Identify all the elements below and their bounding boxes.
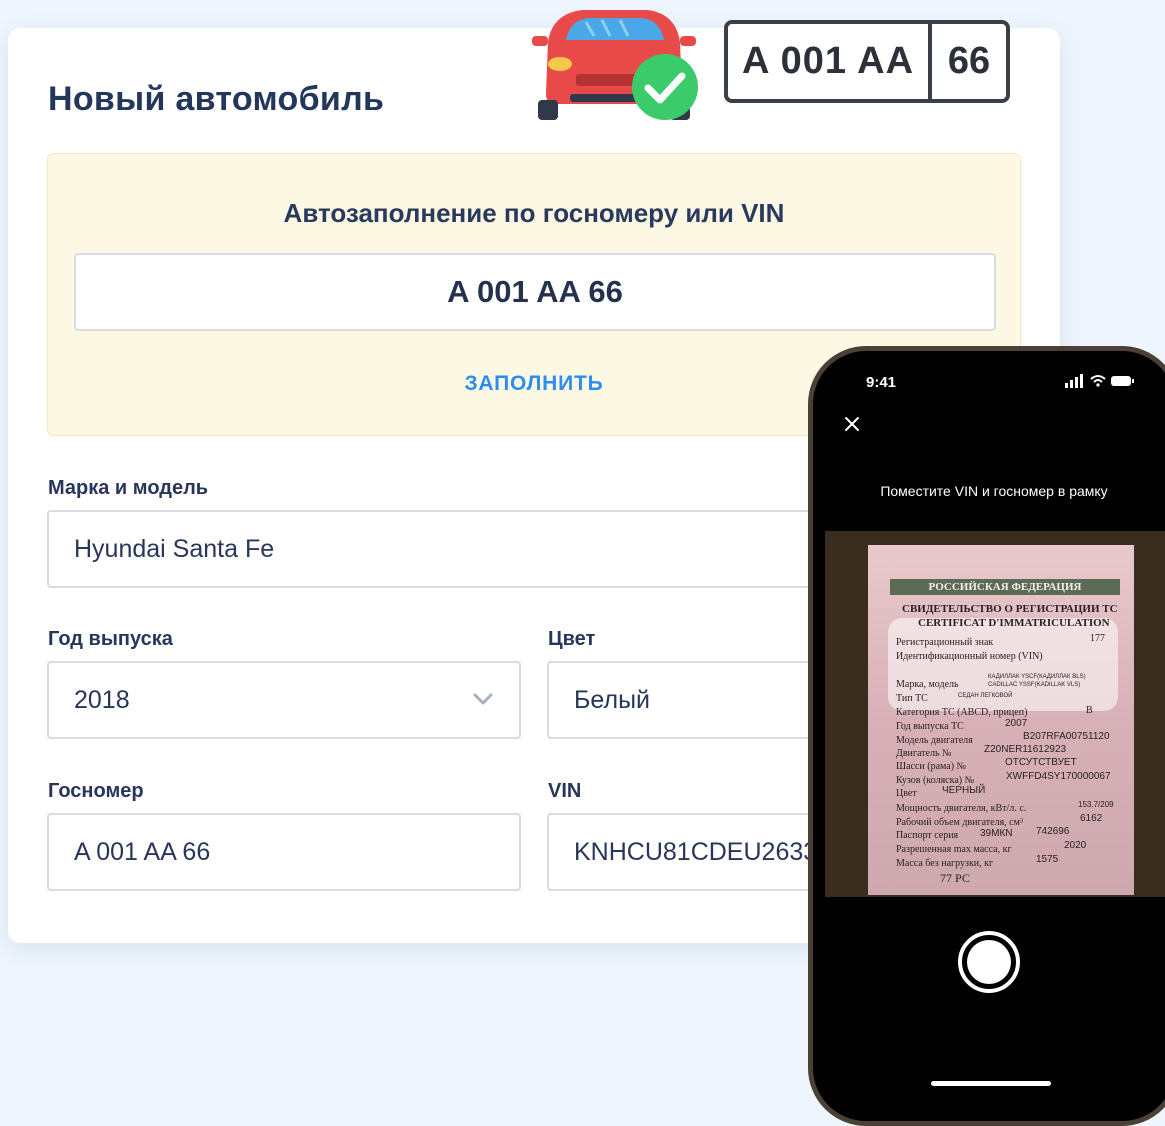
status-icons <box>1065 374 1134 388</box>
check-circle-icon <box>632 54 698 120</box>
doc-line: CERTIFICAT D'IMMATRICULATION <box>918 617 1110 629</box>
doc-line: CADILLAC YSSF(KADILLAK VLS) <box>988 682 1081 688</box>
license-plate: A 001 AA 66 <box>724 20 1010 103</box>
plate-number: A 001 AA <box>741 40 915 82</box>
camera-viewfinder: РОССИЙСКАЯ ФЕДЕРАЦИЯ СВИДЕТЕЛЬСТВО О РЕГ… <box>825 531 1165 897</box>
doc-line: ЧЕРНЫЙ <box>942 785 986 796</box>
doc-header: РОССИЙСКАЯ ФЕДЕРАЦИЯ <box>890 579 1120 595</box>
doc-line: Двигатель № <box>896 748 952 759</box>
doc-line: Разрешенная max масса, кг <box>896 844 1012 855</box>
doc-line: Тип ТС <box>896 693 928 704</box>
year-label: Год выпуска <box>48 628 173 650</box>
scan-hint: Поместите VIN и госномер в рамку <box>880 483 1108 499</box>
plate-field[interactable]: A 001 AA 66 <box>47 813 521 891</box>
doc-line: B <box>1086 705 1093 716</box>
doc-line: Шасси (рама) № <box>896 761 967 772</box>
doc-line: B207RFA00751120 <box>1023 731 1110 742</box>
doc-line: 742696 <box>1036 826 1070 837</box>
color-label: Цвет <box>548 628 596 650</box>
doc-line: 2020 <box>1064 840 1087 851</box>
doc-line: Рабочий объем двигателя, см³ <box>896 817 1023 828</box>
doc-line: Категория ТС (ABCD, прицеп) <box>896 707 1028 718</box>
brand-label: Марка и модель <box>48 477 209 499</box>
vin-label: VIN <box>548 780 582 802</box>
doc-line: СЕДАН ЛЕГКОВОЙ <box>958 693 1013 699</box>
doc-line: Модель двигателя <box>896 735 973 746</box>
doc-line: 39МКN <box>980 828 1013 839</box>
doc-line: Паспорт серия <box>896 830 959 841</box>
doc-line: Год выпуска ТС <box>896 721 964 732</box>
chevron-down-icon <box>473 693 493 705</box>
doc-line: 1575 <box>1036 854 1059 865</box>
doc-line: Регистрационный знак <box>896 637 994 648</box>
doc-line: 2007 <box>1005 718 1028 729</box>
doc-line: Мощность двигателя, кВт/л. с. <box>896 803 1027 814</box>
doc-line: Z20NER11612923 <box>984 744 1067 755</box>
doc-line: Масса без нагрузки, кг <box>896 858 994 869</box>
registration-document: РОССИЙСКАЯ ФЕДЕРАЦИЯ СВИДЕТЕЛЬСТВО О РЕГ… <box>868 545 1134 895</box>
autofill-title: Автозаполнение по госномеру или VIN <box>283 198 785 228</box>
plate-region: 66 <box>947 40 991 82</box>
doc-line: СВИДЕТЕЛЬСТВО О РЕГИСТРАЦИИ ТС <box>902 603 1118 615</box>
doc-line: КАДИЛЛАК YSCF(КАДИЛЛАК BLS) <box>988 674 1086 680</box>
doc-line: 153.7/209 <box>1078 800 1114 809</box>
doc-line: Идентификационный номер (VIN) <box>896 651 1043 662</box>
year-value: 2018 <box>74 685 130 714</box>
doc-line: ОТСУТСТВУЕТ <box>1005 757 1077 768</box>
shutter-button[interactable] <box>958 931 1020 993</box>
doc-line: 77 РС <box>940 871 970 885</box>
doc-line: Цвет <box>896 788 917 799</box>
year-select[interactable]: 2018 <box>47 661 521 739</box>
page-title: Новый автомобиль <box>48 80 385 118</box>
doc-line: 177 <box>1090 633 1105 644</box>
home-indicator <box>931 1081 1051 1086</box>
plate-label: Госномер <box>48 780 144 802</box>
status-time: 9:41 <box>866 374 897 391</box>
autofill-input[interactable]: A 001 AA 66 <box>74 253 996 331</box>
doc-line: Марка, модель <box>896 679 959 690</box>
phone-scanner: 9:41 Поместите VIN и госномер в рамку РО… <box>808 346 1165 1126</box>
doc-line: 6162 <box>1080 813 1103 824</box>
doc-line: XWFFD4SY170000067 <box>1006 771 1111 782</box>
close-icon[interactable] <box>841 413 863 435</box>
